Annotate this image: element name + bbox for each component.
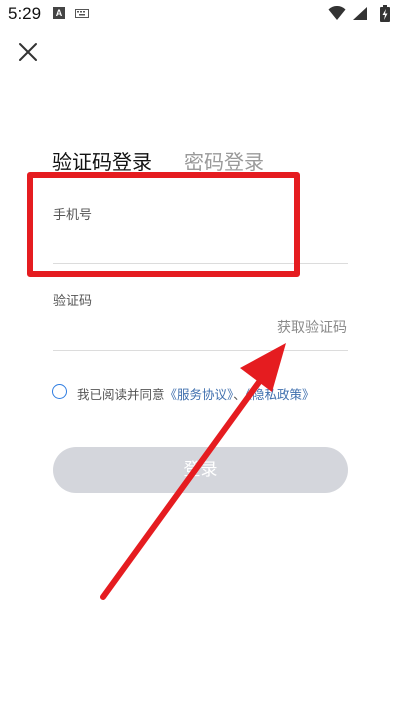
phone-underline (53, 263, 348, 264)
code-input[interactable] (53, 312, 253, 344)
annotation-arrow-icon (100, 343, 286, 600)
agreement-joiner: 、 (233, 387, 246, 402)
phone-input[interactable] (53, 226, 347, 258)
signal-icon (353, 7, 367, 20)
agreement-prefix: 我已阅读并同意 (77, 387, 165, 402)
close-button[interactable] (14, 38, 42, 66)
phone-label: 手机号 (53, 208, 93, 223)
keyboard-icon (75, 9, 89, 18)
login-button[interactable]: 登录 (53, 447, 348, 493)
highlight-box (27, 172, 300, 277)
get-code-button[interactable]: 获取验证码 (277, 317, 347, 337)
privacy-policy-link[interactable]: 《隐私政策》 (246, 387, 315, 402)
tab-password-login[interactable]: 密码登录 (184, 146, 264, 175)
status-bar: 5:29 A (0, 0, 400, 28)
agreement-text: 我已阅读并同意《服务协议》、《隐私政策》 (77, 384, 315, 403)
close-icon (19, 43, 37, 61)
code-label: 验证码 (53, 294, 93, 309)
tab-sms-login[interactable]: 验证码登录 (52, 146, 152, 175)
code-underline (53, 350, 348, 351)
battery-charging-icon (380, 5, 390, 22)
agreement-radio[interactable] (52, 384, 67, 399)
wifi-icon (328, 6, 346, 20)
service-agreement-link[interactable]: 《服务协议》 (165, 387, 234, 402)
notification-a-icon: A (53, 7, 65, 19)
status-time: 5:29 (8, 4, 42, 23)
